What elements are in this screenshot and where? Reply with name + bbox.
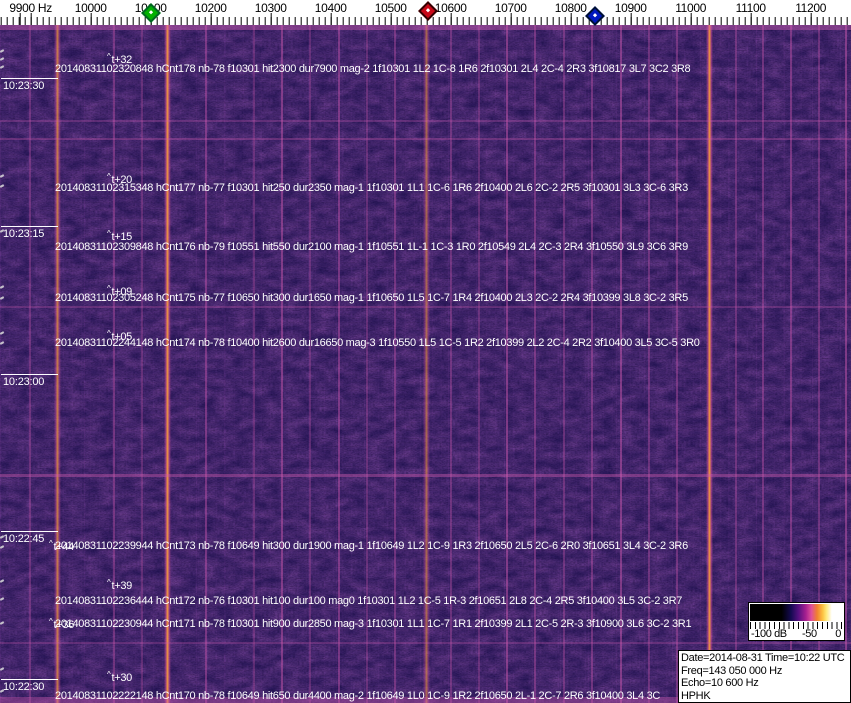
carrier-line bbox=[735, 25, 737, 703]
caret-icon: ^ bbox=[107, 229, 111, 238]
scale-labels: -100 dB -50 0 bbox=[749, 628, 844, 641]
event-data-line: 20140831102222148 hCnt170 nb-78 f10649 h… bbox=[55, 690, 661, 702]
time-label: 10:23:30 bbox=[1, 78, 58, 92]
status-info-box: Date=2014-08-31 Time=10:22 UTC Freq=143 … bbox=[678, 650, 851, 703]
frequency-line: Freq=143 050 000 Hz bbox=[681, 664, 783, 677]
noise-band bbox=[0, 642, 851, 644]
scale-max-label: 0 bbox=[835, 628, 841, 640]
noise-band bbox=[0, 306, 851, 308]
event-label-text: t+39 bbox=[111, 580, 132, 592]
noise-band bbox=[0, 25, 851, 30]
carrier-line bbox=[845, 25, 847, 703]
event-data-line: 20140831102305248 hCnt175 nb-77 f10650 h… bbox=[55, 292, 688, 304]
event-label: ^t+39 bbox=[107, 578, 132, 592]
time-label: 10:23:15 bbox=[1, 226, 58, 240]
event-data-line: 20140831102244148 hCnt174 nb-78 f10400 h… bbox=[55, 337, 700, 349]
noise-band bbox=[0, 138, 851, 140]
event-label-text: t+30 bbox=[111, 672, 132, 684]
event-data-line: 20140831102320848 hCnt178 nb-78 f10301 h… bbox=[55, 63, 691, 75]
db-color-scale: -100 dB -50 0 bbox=[748, 602, 845, 641]
event-data-line: 20140831102236444 hCnt172 nb-76 f10301 h… bbox=[55, 595, 683, 607]
time-label: 10:22:30 bbox=[1, 679, 58, 693]
carrier-line bbox=[29, 25, 31, 703]
spectrogram-app-window: 9900 Hz100001010010200103001040010500106… bbox=[0, 0, 851, 703]
carrier-line bbox=[706, 25, 713, 703]
noise-band bbox=[0, 120, 851, 122]
noise-band bbox=[0, 474, 851, 477]
caret-icon: ^ bbox=[49, 539, 53, 548]
date-time-line: Date=2014-08-31 Time=10:22 UTC bbox=[681, 652, 845, 664]
caret-icon: ^ bbox=[107, 172, 111, 181]
time-label: 10:23:00 bbox=[1, 374, 58, 388]
station-id-line: HPHK bbox=[681, 689, 711, 702]
scale-mid-label: -50 bbox=[802, 628, 817, 640]
echo-line: Echo=10 600 Hz bbox=[681, 677, 759, 689]
color-gradient-bar bbox=[750, 604, 843, 621]
event-label: ^t+30 bbox=[107, 670, 132, 684]
caret-icon: ^ bbox=[49, 617, 53, 626]
event-data-line: 20140831102315348 hCnt177 nb-77 f10301 h… bbox=[55, 182, 688, 194]
event-data-line: 20140831102309848 hCnt176 nb-79 f10551 h… bbox=[55, 241, 688, 253]
scale-min-label: -100 dB bbox=[751, 628, 787, 640]
event-data-line: 20140831102230944 hCnt171 nb-78 f10301 h… bbox=[55, 618, 692, 630]
caret-icon: ^ bbox=[107, 52, 111, 61]
caret-icon: ^ bbox=[107, 578, 111, 587]
event-data-line: 20140831102239944 hCnt173 nb-78 f10649 h… bbox=[55, 540, 688, 552]
caret-icon: ^ bbox=[107, 670, 111, 679]
